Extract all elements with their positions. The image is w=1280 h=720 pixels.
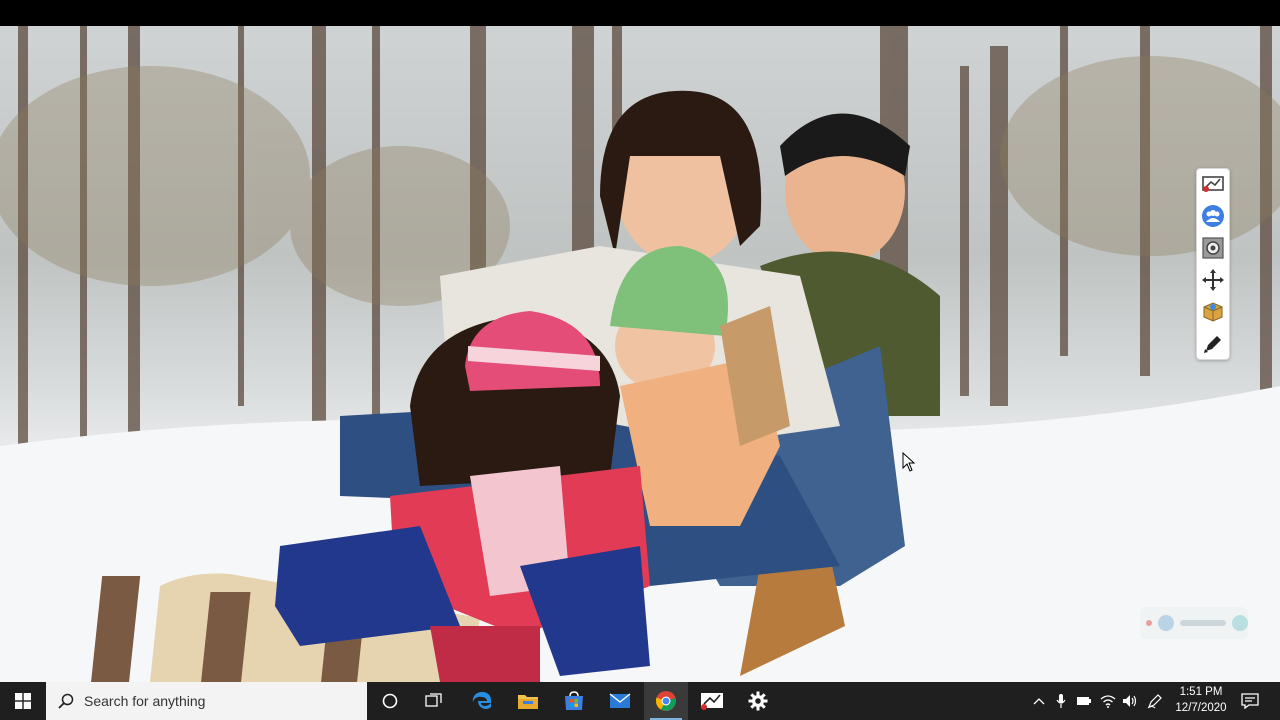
microphone-button[interactable] [1052, 682, 1070, 720]
top-black-bar [0, 0, 1280, 26]
camera-icon[interactable] [1200, 235, 1226, 261]
edge-icon [472, 692, 492, 709]
taskbar-search-box[interactable]: Search for anything [46, 682, 367, 720]
store-icon [565, 691, 583, 710]
search-icon [58, 693, 74, 709]
wallpaper-photo [0, 26, 1280, 682]
network-button[interactable] [1098, 682, 1118, 720]
clock-date: 12/7/2020 [1175, 702, 1227, 714]
participants-icon[interactable] [1200, 203, 1226, 229]
action-center-button[interactable] [1236, 682, 1264, 720]
settings-icon [748, 691, 768, 711]
windows-logo-icon [15, 693, 31, 709]
chrome-icon [655, 691, 676, 711]
taskbar: Search for anything 1:51 PM 12/7/2020 [0, 682, 1280, 720]
file-explorer-icon [518, 695, 538, 709]
screen-tool-palette [1196, 168, 1230, 360]
notification-icon [1241, 693, 1259, 709]
box-icon[interactable] [1200, 299, 1226, 325]
record-dot-icon [1146, 620, 1152, 626]
file-explorer-button[interactable] [506, 682, 550, 720]
start-button[interactable] [0, 682, 46, 720]
settings-button[interactable] [736, 682, 780, 720]
pen-workspace-icon [1147, 694, 1162, 709]
volume-button[interactable] [1120, 682, 1140, 720]
wifi-icon [1100, 695, 1116, 708]
show-hidden-icons-button[interactable] [1030, 682, 1048, 720]
mail-button[interactable] [598, 682, 642, 720]
pause-icon[interactable] [1158, 615, 1174, 631]
search-placeholder: Search for anything [84, 693, 206, 709]
battery-icon [1077, 697, 1091, 705]
pen-icon[interactable] [1200, 331, 1226, 357]
task-view-icon [425, 693, 442, 707]
chevron-up-icon [1033, 698, 1045, 705]
store-button[interactable] [552, 682, 596, 720]
screen-recorder-icon [701, 693, 723, 710]
screen-recorder-button[interactable] [690, 682, 734, 720]
cortana-icon [382, 693, 398, 709]
microphone-icon [1056, 694, 1066, 708]
mouse-cursor-icon [902, 452, 916, 472]
clock-time: 1:51 PM [1179, 686, 1223, 698]
move-icon[interactable] [1200, 267, 1226, 293]
recording-timer [1180, 620, 1226, 626]
pen-workspace-button[interactable] [1144, 682, 1166, 720]
desktop-wallpaper [0, 26, 1280, 682]
chrome-button[interactable] [644, 682, 688, 720]
mail-icon [609, 693, 631, 708]
battery-button[interactable] [1074, 682, 1094, 720]
recording-widget[interactable] [1140, 607, 1248, 639]
task-view-button[interactable] [412, 682, 456, 720]
screen-annotate-icon[interactable] [1200, 171, 1226, 197]
stop-icon[interactable] [1232, 615, 1248, 631]
taskbar-clock[interactable]: 1:51 PM 12/7/2020 [1168, 684, 1234, 718]
cortana-button[interactable] [368, 682, 412, 720]
edge-button[interactable] [460, 682, 504, 720]
speaker-icon [1123, 695, 1137, 707]
